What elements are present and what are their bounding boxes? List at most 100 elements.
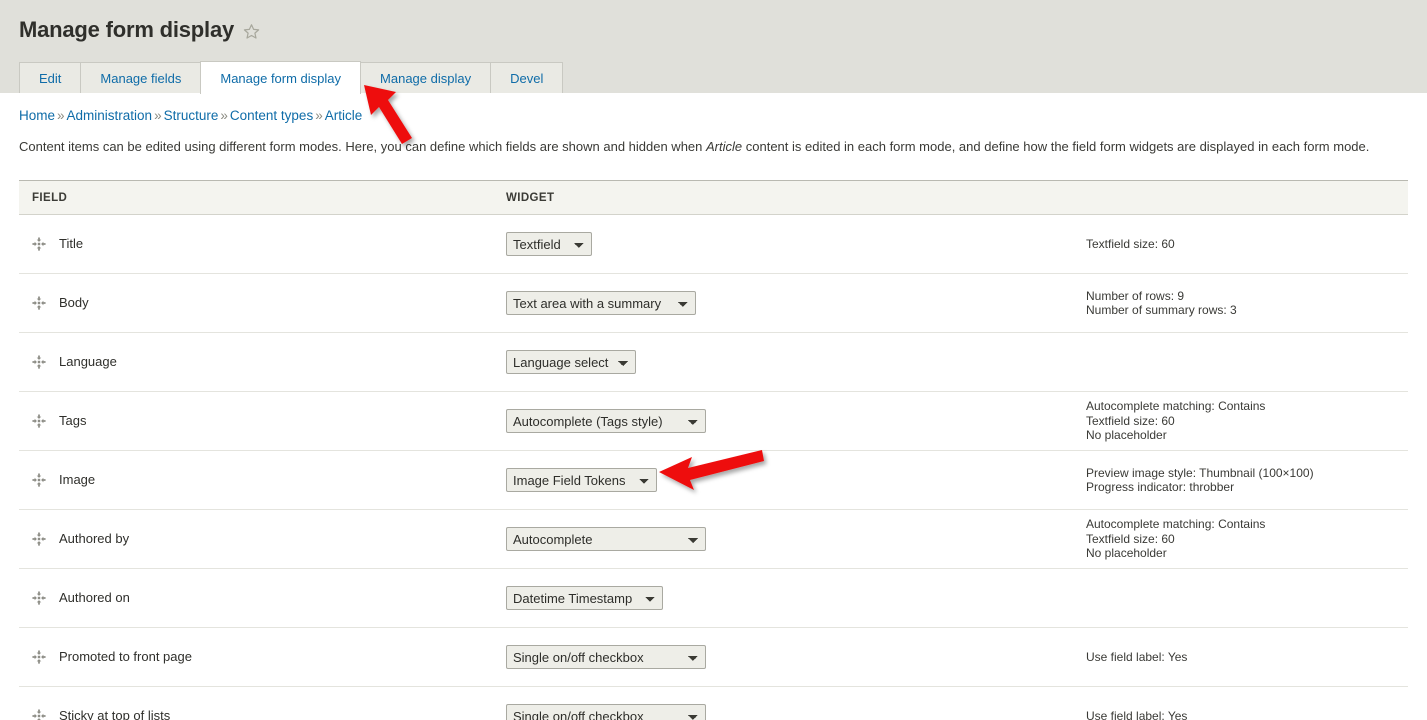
- setting-summary-line: Use field label: Yes: [1086, 649, 1188, 664]
- cell-widget-authored-by: Autocomplete: [506, 509, 1086, 569]
- drag-handle-icon[interactable]: [32, 709, 46, 720]
- breadcrumb: Home» Administration» Structure» Content ty…: [0, 93, 1427, 124]
- cell-field-language: Language: [19, 332, 506, 392]
- field-label-body: Body: [59, 295, 89, 310]
- field-row-promoted-to-front-page: Promoted to front page: [19, 628, 506, 686]
- drag-handle-icon[interactable]: [32, 414, 46, 428]
- breadcrumb-link-administration[interactable]: Administration: [67, 108, 153, 123]
- field-label-promoted-to-front-page: Promoted to front page: [59, 649, 192, 664]
- page-title-group: Manage form display: [19, 17, 260, 43]
- table-row: Tags Autocomplete (Tags style) Autocomplet…: [19, 391, 1408, 451]
- cell-widget-tags: Autocomplete (Tags style): [506, 391, 1086, 451]
- breadcrumb-link-home[interactable]: Home: [19, 108, 55, 123]
- cell-settings-authored-on: [1086, 568, 1408, 628]
- cell-widget-sticky-at-top-of-lists: Single on/off checkbox: [506, 686, 1086, 720]
- field-row-body: Body: [19, 274, 506, 332]
- table-row: Authored by Autocomplete Autocomplete matc…: [19, 509, 1408, 569]
- widget-select-language[interactable]: Language select: [506, 350, 636, 374]
- star-outline-icon[interactable]: [243, 23, 260, 40]
- breadcrumb-separator: »: [315, 108, 323, 123]
- field-label-authored-on: Authored on: [59, 590, 130, 605]
- intro-emphasis: Article: [706, 139, 743, 154]
- cell-widget-authored-on: Datetime Timestamp: [506, 568, 1086, 628]
- table-row: Promoted to front page Single on/off chec…: [19, 627, 1408, 687]
- column-header-settings: [1086, 180, 1408, 215]
- table-header-row: FIELD WIDGET: [19, 180, 1408, 215]
- drag-handle-icon[interactable]: [32, 473, 46, 487]
- widget-select-sticky-at-top-of-lists[interactable]: Single on/off checkbox: [506, 704, 706, 720]
- breadcrumb-separator: »: [57, 108, 65, 123]
- breadcrumb-link-structure[interactable]: Structure: [164, 108, 219, 123]
- breadcrumb-link-article[interactable]: Article: [325, 108, 363, 123]
- setting-summary-line: No placeholder: [1086, 546, 1167, 561]
- field-row-tags: Tags: [19, 392, 506, 450]
- tab-devel[interactable]: Devel: [490, 62, 564, 93]
- widget-select-authored-by[interactable]: Autocomplete: [506, 527, 706, 551]
- widget-select-tags[interactable]: Autocomplete (Tags style): [506, 409, 706, 433]
- widget-select-authored-on[interactable]: Datetime Timestamp: [506, 586, 663, 610]
- table-row: Authored on Datetime Timestamp: [19, 568, 1408, 628]
- tab-manage-display[interactable]: Manage display: [361, 62, 491, 93]
- drag-handle-icon[interactable]: [32, 237, 46, 251]
- field-row-authored-by: Authored by: [19, 510, 506, 568]
- column-header-widget: WIDGET: [506, 180, 1086, 215]
- table-head: FIELD WIDGET: [19, 180, 1408, 215]
- setting-summary-line: Textfield size: 60: [1086, 413, 1175, 428]
- widget-select-title[interactable]: Textfield: [506, 232, 592, 256]
- drag-handle-icon[interactable]: [32, 532, 46, 546]
- form-display-table: FIELD WIDGET Title Textfield Textfield siz…: [19, 180, 1408, 720]
- setting-summary-line: Number of rows: 9: [1086, 288, 1185, 303]
- widget-select-body[interactable]: Text area with a summary: [506, 291, 696, 315]
- cell-field-promoted-to-front-page: Promoted to front page: [19, 627, 506, 687]
- setting-summary-line: Use field label: Yes: [1086, 708, 1188, 720]
- cell-widget-body: Text area with a summary: [506, 273, 1086, 333]
- page-header-band: Manage form display Edit Manage fields Man…: [0, 0, 1427, 94]
- tab-manage-fields[interactable]: Manage fields: [80, 62, 201, 93]
- field-row-authored-on: Authored on: [19, 569, 506, 627]
- cell-settings-image: Preview image style: Thumbnail (100×100)…: [1086, 450, 1408, 510]
- field-row-title: Title: [19, 215, 506, 273]
- setting-summary-line: Number of summary rows: 3: [1086, 303, 1237, 317]
- cell-field-body: Body: [19, 273, 506, 333]
- cell-widget-title: Textfield: [506, 214, 1086, 274]
- breadcrumb-separator: »: [220, 108, 228, 123]
- cell-settings-language: [1086, 332, 1408, 392]
- field-label-image: Image: [59, 472, 96, 487]
- field-row-image: Image: [19, 451, 506, 509]
- setting-summary-line: Textfield size: 60: [1086, 531, 1175, 546]
- page-title: Manage form display: [19, 17, 235, 42]
- widget-select-image[interactable]: Image Field Tokens: [506, 468, 657, 492]
- cell-field-title: Title: [19, 214, 506, 274]
- intro-after: content is edited in each form mode, and…: [742, 139, 1370, 154]
- setting-summary-line: Autocomplete matching: Contains: [1086, 517, 1266, 532]
- setting-summary-line: Autocomplete matching: Contains: [1086, 399, 1266, 414]
- cell-settings-sticky-at-top-of-lists: Use field label: Yes: [1086, 686, 1408, 720]
- cell-field-tags: Tags: [19, 391, 506, 451]
- setting-summary-line: Progress indicator: throbber: [1086, 480, 1235, 494]
- field-label-sticky-at-top-of-lists: Sticky at top of lists: [59, 708, 171, 720]
- cell-widget-image: Image Field Tokens: [506, 450, 1086, 510]
- cell-settings-tags: Autocomplete matching: Contains Textfield…: [1086, 391, 1408, 451]
- cell-widget-promoted-to-front-page: Single on/off checkbox: [506, 627, 1086, 687]
- table-row: Title Textfield Textfield size: 60: [19, 214, 1408, 274]
- drag-handle-icon[interactable]: [32, 591, 46, 605]
- cell-field-sticky-at-top-of-lists: Sticky at top of lists: [19, 686, 506, 720]
- cell-field-authored-by: Authored by: [19, 509, 506, 569]
- field-label-authored-by: Authored by: [59, 531, 130, 546]
- cell-settings-body: Number of rows: 9 Number of summary rows:…: [1086, 273, 1408, 333]
- field-label-tags: Tags: [59, 413, 87, 428]
- drag-handle-icon[interactable]: [32, 650, 46, 664]
- table-row: Image Image Field Tokens Preview image sty…: [19, 450, 1408, 510]
- tab-manage-form-display[interactable]: Manage form display: [200, 61, 362, 94]
- column-header-field: FIELD: [19, 180, 506, 215]
- page-root: Manage form display Edit Manage fields Man…: [0, 0, 1427, 720]
- drag-handle-icon[interactable]: [32, 296, 46, 310]
- widget-select-promoted-to-front-page[interactable]: Single on/off checkbox: [506, 645, 706, 669]
- breadcrumb-link-content-types[interactable]: Content types: [230, 108, 313, 123]
- table-body: Title Textfield Textfield size: 60 Body Text…: [19, 214, 1408, 720]
- cell-widget-language: Language select: [506, 332, 1086, 392]
- table-row: Body Text area with a summary Number of ro…: [19, 273, 1408, 333]
- drag-handle-icon[interactable]: [32, 355, 46, 369]
- tab-edit[interactable]: Edit: [19, 62, 81, 93]
- field-row-sticky-at-top-of-lists: Sticky at top of lists: [19, 687, 506, 720]
